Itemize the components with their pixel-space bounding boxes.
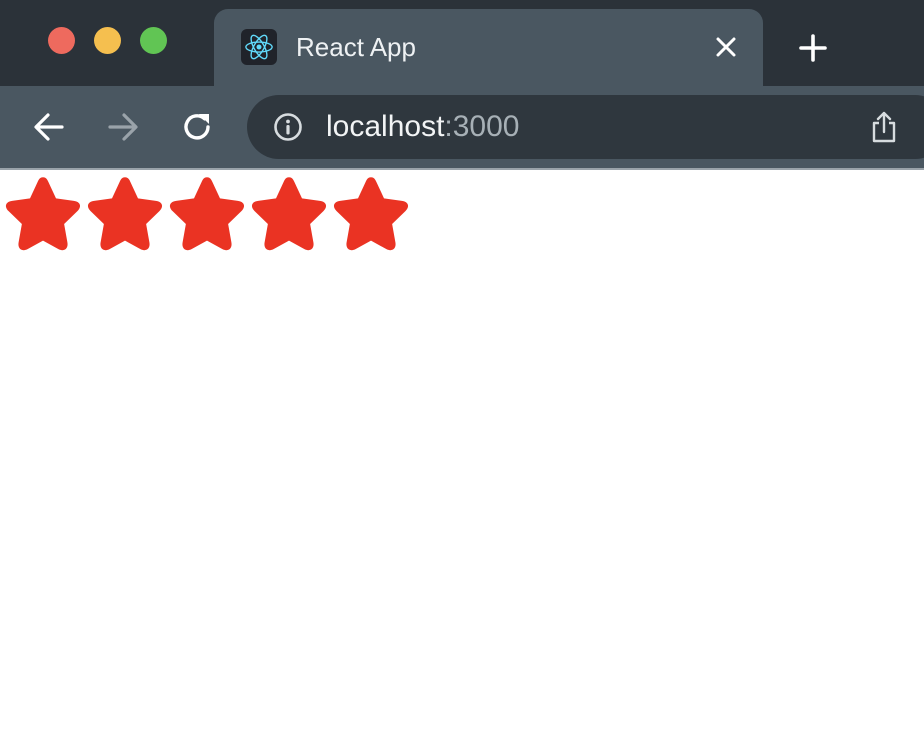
- tab-title: React App: [296, 32, 416, 62]
- star-icon[interactable]: [166, 174, 248, 252]
- share-button[interactable]: [867, 109, 901, 145]
- forward-button[interactable]: [104, 108, 142, 146]
- star-icon[interactable]: [84, 174, 166, 252]
- react-logo-icon: [241, 29, 277, 65]
- close-icon: [716, 37, 736, 57]
- back-button[interactable]: [30, 108, 68, 146]
- url-port: :3000: [444, 110, 520, 143]
- window-close-button[interactable]: [48, 27, 75, 54]
- arrow-left-icon: [34, 113, 64, 141]
- browser-toolbar: localhost:3000: [0, 86, 924, 170]
- address-bar[interactable]: localhost:3000: [247, 95, 924, 159]
- star-rating[interactable]: [2, 174, 412, 252]
- info-icon[interactable]: [272, 111, 304, 143]
- tab-react-app[interactable]: React App: [214, 9, 763, 86]
- browser-window: React App localhost:3000: [0, 0, 924, 752]
- page-content: [0, 170, 924, 752]
- url-text[interactable]: localhost:3000: [326, 110, 519, 144]
- tab-close-button[interactable]: [712, 33, 740, 61]
- arrow-right-icon: [108, 113, 138, 141]
- share-icon: [872, 111, 896, 143]
- url-host: localhost: [326, 110, 445, 143]
- star-icon[interactable]: [2, 174, 84, 252]
- new-tab-button[interactable]: [795, 30, 831, 66]
- tab-strip: React App: [0, 0, 924, 86]
- reload-icon: [184, 114, 210, 140]
- star-icon[interactable]: [330, 174, 412, 252]
- window-maximize-button[interactable]: [140, 27, 167, 54]
- window-minimize-button[interactable]: [94, 27, 121, 54]
- star-icon[interactable]: [248, 174, 330, 252]
- reload-button[interactable]: [178, 108, 216, 146]
- plus-icon: [799, 34, 827, 62]
